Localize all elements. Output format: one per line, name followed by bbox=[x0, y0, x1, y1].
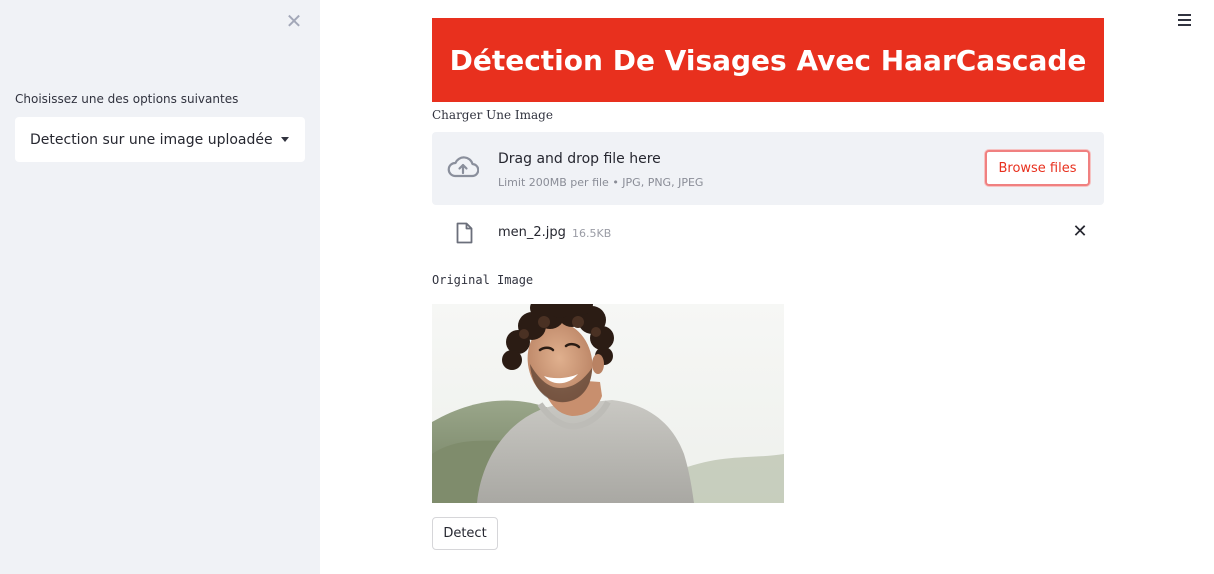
uploaded-file-row: men_2.jpg 16.5KB ✕ bbox=[432, 215, 1104, 253]
image-caption: Original Image bbox=[432, 273, 534, 287]
file-size: 16.5KB bbox=[572, 227, 612, 240]
menu-line bbox=[1178, 24, 1191, 26]
cloud-upload-icon bbox=[447, 156, 479, 178]
select-label: Choisissez une des options suivantes bbox=[15, 92, 239, 106]
detect-button[interactable]: Detect bbox=[432, 517, 498, 550]
file-name: men_2.jpg bbox=[498, 225, 566, 240]
original-image bbox=[432, 304, 784, 503]
menu-line bbox=[1178, 19, 1191, 21]
uploader-label: Charger Une Image bbox=[432, 108, 553, 122]
close-icon[interactable]: ✕ bbox=[283, 9, 305, 33]
hamburger-menu-icon[interactable] bbox=[1178, 14, 1194, 28]
select-value: Detection sur une image uploadée bbox=[30, 131, 273, 148]
dropzone-title: Drag and drop file here bbox=[498, 151, 661, 167]
caret-down-icon bbox=[281, 137, 289, 142]
file-icon bbox=[456, 222, 473, 244]
dropzone-limit: Limit 200MB per file • JPG, PNG, JPEG bbox=[498, 176, 704, 189]
portrait-photo bbox=[432, 304, 784, 503]
title-banner: Détection De Visages Avec HaarCascade bbox=[432, 18, 1104, 102]
sidebar: ✕ Choisissez une des options suivantes D… bbox=[0, 0, 320, 574]
menu-line bbox=[1178, 14, 1191, 16]
page-title: Détection De Visages Avec HaarCascade bbox=[449, 43, 1087, 77]
file-dropzone[interactable]: Drag and drop file here Limit 200MB per … bbox=[432, 132, 1104, 205]
browse-files-button[interactable]: Browse files bbox=[985, 150, 1090, 186]
option-select[interactable]: Detection sur une image uploadée bbox=[15, 117, 305, 162]
remove-file-icon[interactable]: ✕ bbox=[1070, 221, 1090, 242]
app-root: ✕ Choisissez une des options suivantes D… bbox=[0, 0, 1214, 574]
